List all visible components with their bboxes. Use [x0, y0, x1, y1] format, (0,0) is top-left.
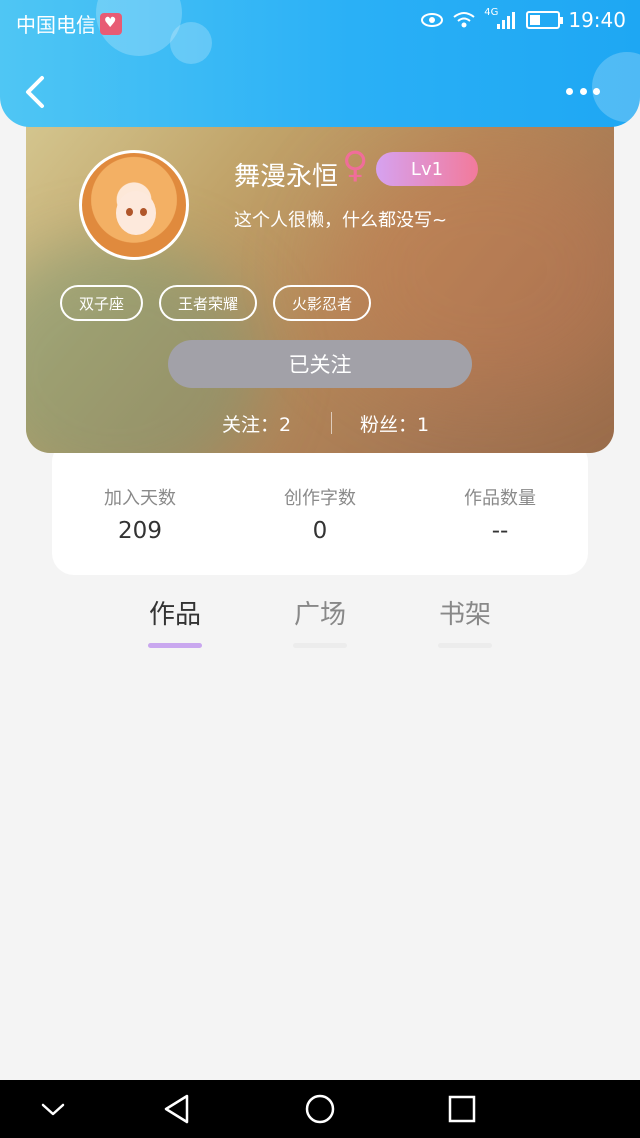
profile-card: 舞漫永恒 ♀ Lv1 这个人很懒，什么都没写~ 双子座 王者荣耀 火影忍者 已关… [26, 100, 614, 453]
tab-bookshelf[interactable]: 书架 [415, 594, 515, 648]
carrier-label: 中国电信 [16, 13, 96, 37]
female-icon: ♀ [342, 145, 369, 186]
more-dot-icon [579, 88, 587, 95]
network-type: 4G [484, 6, 499, 18]
clock: 19:40 [568, 8, 626, 32]
tag-list: 双子座 王者荣耀 火影忍者 [60, 285, 372, 321]
back-triangle-icon[interactable] [160, 1092, 194, 1126]
back-button[interactable] [20, 72, 50, 112]
tab-label: 作品 [148, 600, 201, 630]
tab-label: 书架 [438, 600, 491, 630]
user-bio: 这个人很懒，什么都没写~ [234, 210, 448, 231]
carrier-heart-icon [100, 12, 122, 35]
tag-item[interactable]: 双子座 [60, 285, 144, 321]
eye-icon [421, 13, 444, 27]
follow-stats: 关注：2 粉丝：1 [26, 408, 614, 438]
carrier: 中国电信 [16, 9, 122, 38]
tab-indicator [438, 643, 492, 648]
tag-item[interactable]: 火影忍者 [273, 285, 372, 321]
top-header: 中国电信 4G 19:40 [0, 0, 640, 127]
stat-word-count: 创作字数 0 [230, 484, 410, 544]
follow-button[interactable]: 已关注 [168, 340, 472, 388]
stat-value: 0 [312, 518, 328, 544]
tag-item[interactable]: 王者荣耀 [159, 285, 258, 321]
battery-icon [526, 11, 564, 29]
more-options-button[interactable] [566, 88, 600, 98]
avatar-eye [126, 208, 133, 216]
stat-join-days: 加入天数 209 [50, 484, 230, 544]
avatar[interactable] [79, 150, 189, 260]
tab-label: 广场 [293, 600, 346, 630]
status-icons: 4G 19:40 [420, 6, 626, 32]
stat-label: 加入天数 [104, 488, 176, 509]
user-name: 舞漫永恒 [234, 162, 339, 192]
following-count[interactable]: 关注：2 [222, 410, 291, 437]
tab-works[interactable]: 作品 [125, 594, 225, 648]
recent-square-icon[interactable] [445, 1092, 479, 1126]
content-tabs: 作品 广场 书架 [0, 594, 640, 654]
tab-indicator [293, 643, 347, 648]
avatar-eye [140, 208, 147, 216]
stat-works-count: 作品数量 -- [410, 484, 590, 544]
stat-label: 创作字数 [284, 488, 356, 509]
fans-count[interactable]: 粉丝：1 [360, 410, 429, 437]
divider [331, 412, 332, 434]
more-dot-icon [593, 88, 600, 95]
wifi-icon [453, 12, 475, 28]
tab-square[interactable]: 广场 [270, 594, 370, 648]
tab-indicator [148, 643, 202, 648]
stats-panel: 加入天数 209 创作字数 0 作品数量 -- [52, 440, 588, 575]
system-nav-bar [0, 1080, 640, 1138]
home-circle-icon[interactable] [303, 1092, 337, 1126]
status-bar: 中国电信 4G 19:40 [0, 0, 640, 44]
stat-label: 作品数量 [464, 488, 536, 509]
chevron-down-icon[interactable] [36, 1092, 70, 1126]
decor-bubble [592, 52, 640, 122]
stat-value: 209 [118, 518, 162, 544]
more-dot-icon [566, 88, 573, 95]
level-badge: Lv1 [376, 152, 478, 186]
signal-icon [497, 12, 516, 29]
stat-value: -- [491, 518, 509, 544]
avatar-face [116, 191, 156, 235]
